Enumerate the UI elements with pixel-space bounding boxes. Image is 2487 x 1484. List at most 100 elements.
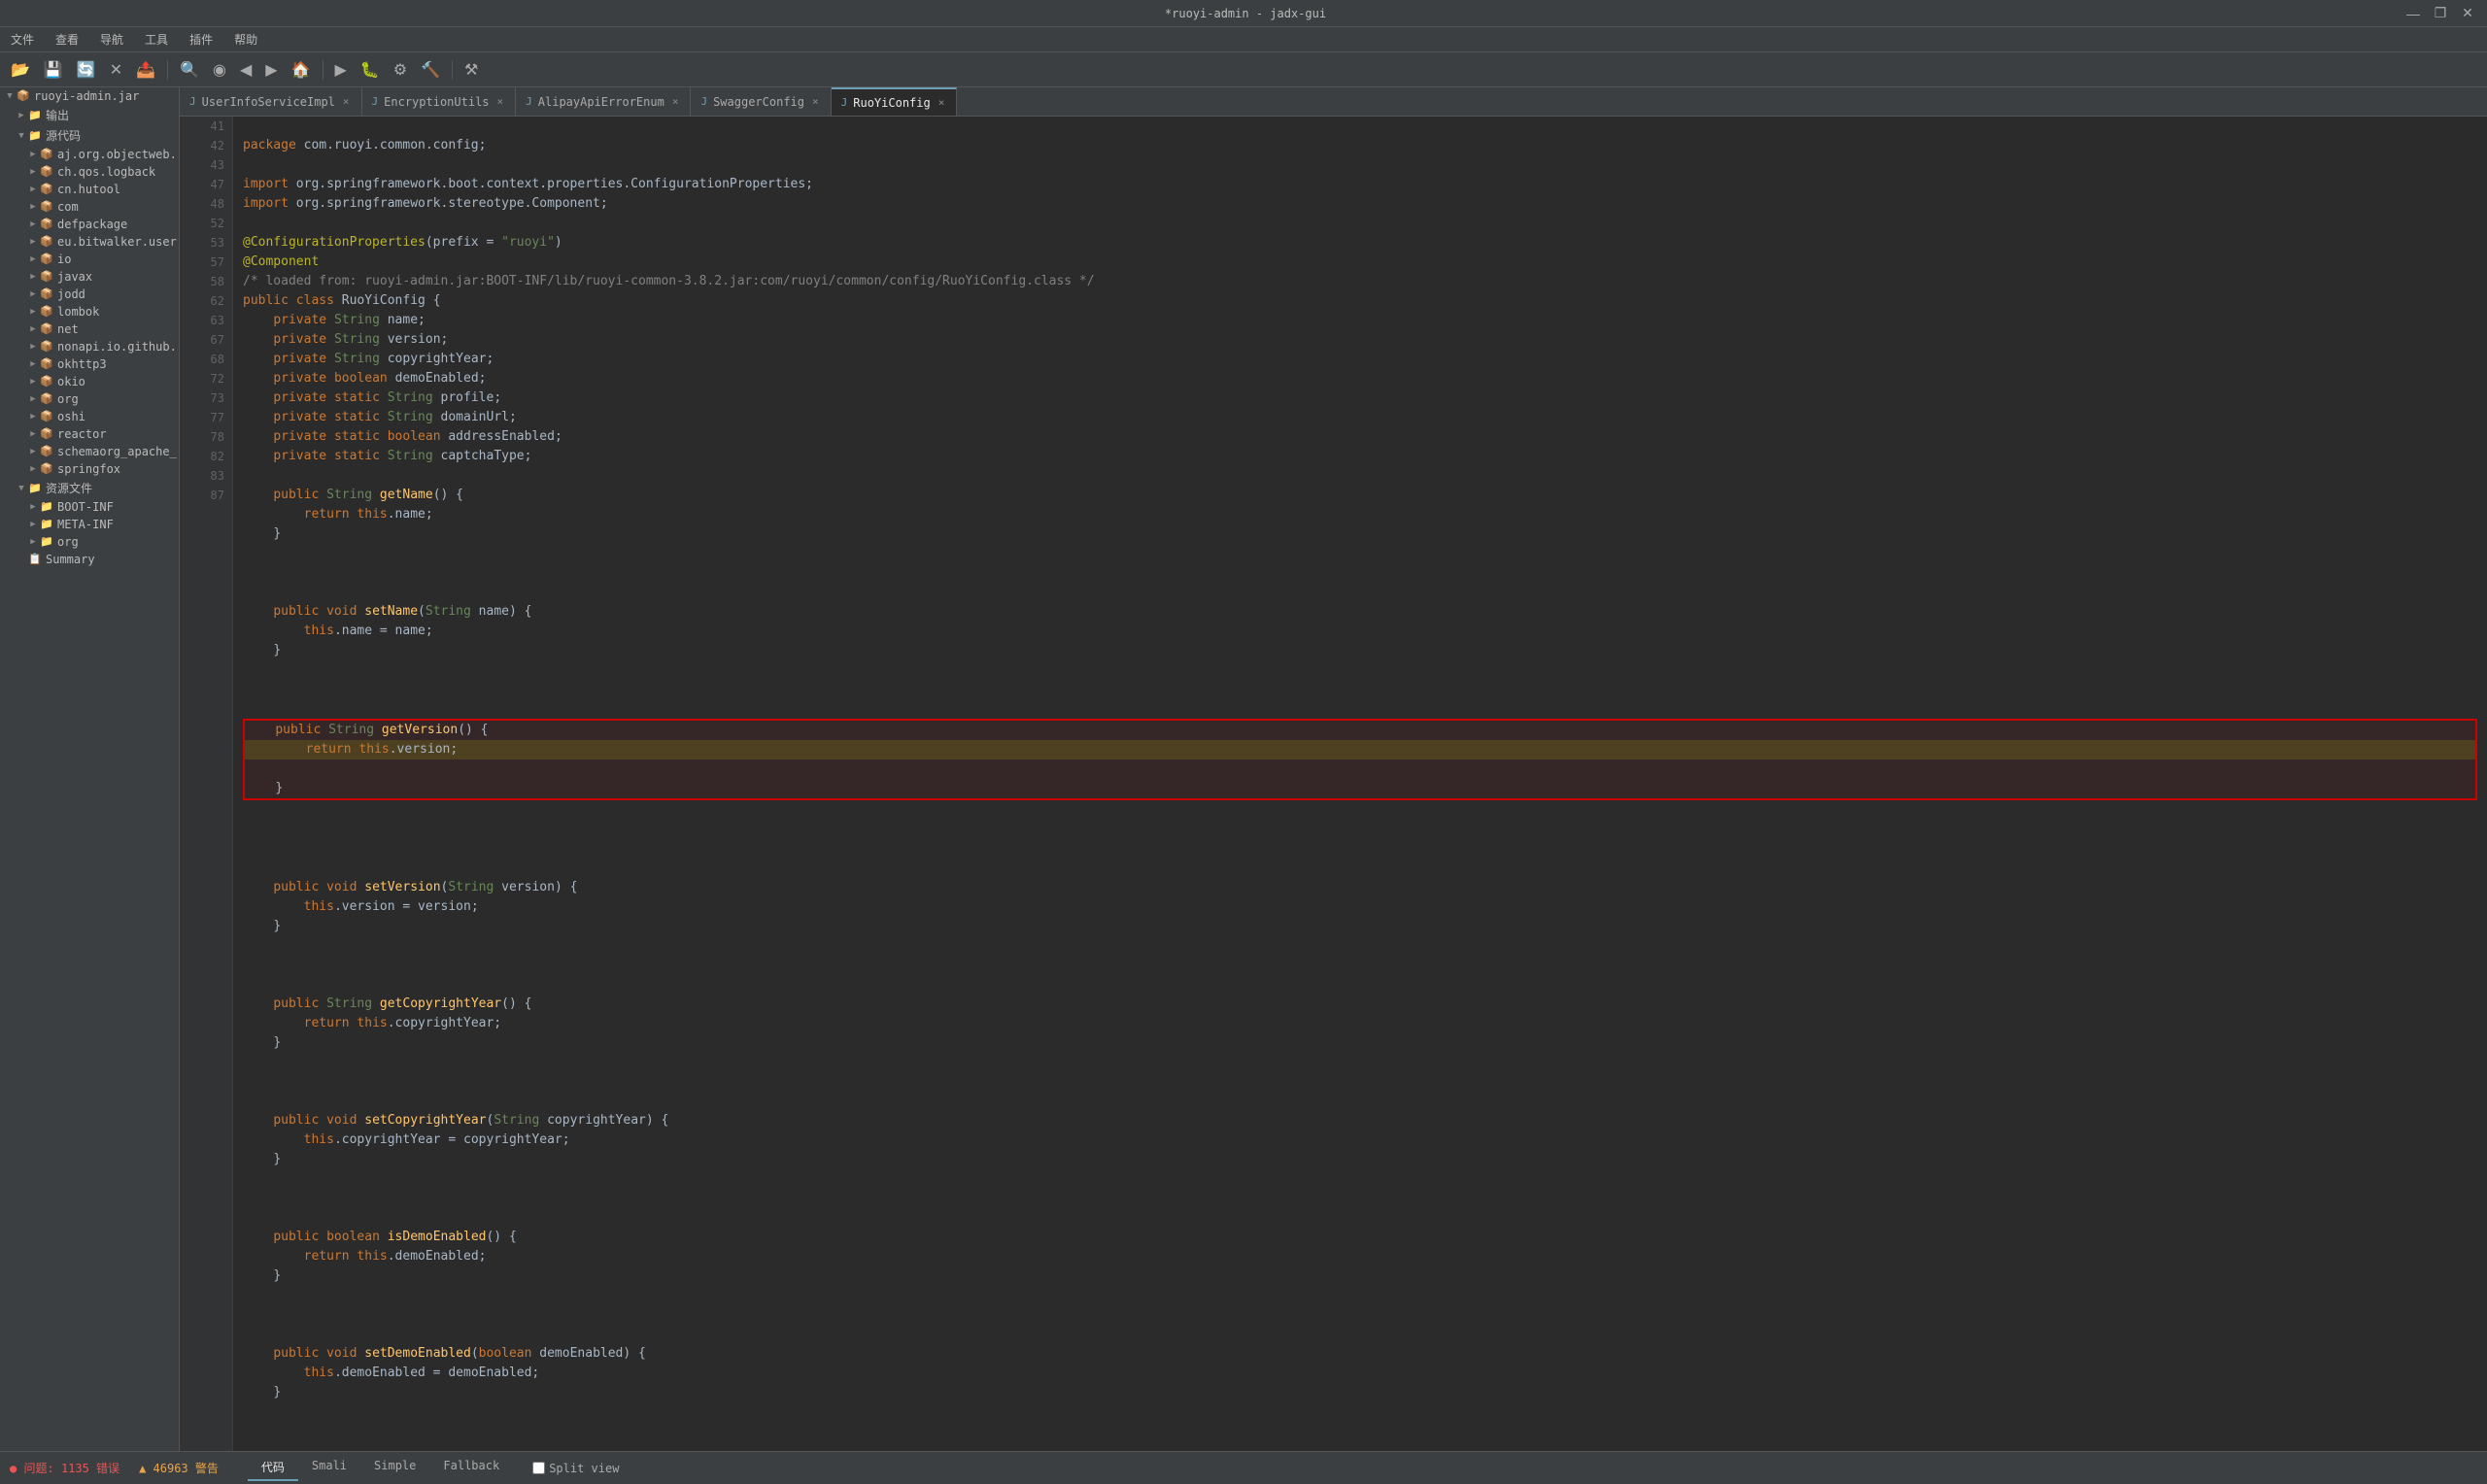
tab-alipayapierrorenum[interactable]: J AlipayApiErrorEnum × — [516, 87, 691, 116]
sidebar-pkg-org[interactable]: ▶ 📦 org — [0, 390, 179, 408]
status-tab-smali[interactable]: Smali — [298, 1455, 360, 1481]
split-view-checkbox-group[interactable]: Split view — [532, 1462, 619, 1475]
toolbar-home[interactable]: 🏠 — [287, 58, 316, 82]
sidebar-pkg-okhttp3[interactable]: ▶ 📦 okhttp3 — [0, 355, 179, 373]
code-editor[interactable]: 41 42 43 47 48 — [180, 117, 2487, 1451]
ln-58: 58 — [180, 272, 224, 291]
menu-plugins[interactable]: 插件 — [184, 29, 219, 50]
sidebar-pkg-eu[interactable]: ▶ 📦 eu.bitwalker.user — [0, 233, 179, 251]
code-line-m52: public String getVersion() { — [245, 723, 489, 737]
pkg-icon: 📦 — [39, 200, 54, 214]
status-tab-fallback[interactable]: Fallback — [429, 1455, 513, 1481]
sidebar-resources[interactable]: ▼ 📁 资源文件 — [0, 478, 179, 498]
pkg-icon: 📦 — [39, 218, 54, 231]
sidebar-pkg-reactor[interactable]: ▶ 📦 reactor — [0, 425, 179, 443]
sidebar-output[interactable]: ▶ 📁 输出 — [0, 105, 179, 125]
pkg-label: nonapi.io.github. — [57, 340, 177, 354]
menu-help[interactable]: 帮助 — [228, 29, 263, 50]
tab-close[interactable]: × — [495, 94, 506, 109]
toolbar-separator-2 — [323, 60, 324, 80]
sidebar-pkg-hutool[interactable]: ▶ 📦 cn.hutool — [0, 181, 179, 198]
pkg-icon: 📦 — [39, 410, 54, 423]
sidebar-org-folder[interactable]: ▶ 📁 org — [0, 533, 179, 551]
status-tab-simple[interactable]: Simple — [360, 1455, 429, 1481]
tab-ruoyiconfig[interactable]: J RuoYiConfig × — [832, 87, 958, 116]
pkg-icon: 📦 — [39, 375, 54, 388]
sidebar-pkg-okio[interactable]: ▶ 📦 okio — [0, 373, 179, 390]
menu-file[interactable]: 文件 — [5, 29, 40, 50]
summary-icon: 📋 — [27, 553, 43, 566]
sidebar-pkg-lombok[interactable]: ▶ 📦 lombok — [0, 303, 179, 320]
tab-close[interactable]: × — [937, 95, 947, 110]
sidebar-pkg-com[interactable]: ▶ 📦 com — [0, 198, 179, 216]
sidebar-pkg-aj[interactable]: ▶ 📦 aj.org.objectweb. — [0, 146, 179, 163]
sidebar-pkg-springfox[interactable]: ▶ 📦 springfox — [0, 460, 179, 478]
sidebar-pkg-io[interactable]: ▶ 📦 io — [0, 251, 179, 268]
code-line-blank16 — [243, 1055, 251, 1069]
code-line-m58b: } — [243, 919, 281, 933]
maximize-button[interactable]: ❐ — [2431, 5, 2450, 21]
ln-82: 82 — [180, 447, 224, 466]
tab-userinfoserviceimpl[interactable]: J UserInfoServiceImpl × — [180, 87, 362, 116]
sidebar-pkg-defpackage[interactable]: ▶ 📦 defpackage — [0, 216, 179, 233]
split-view-checkbox[interactable] — [532, 1462, 545, 1474]
sidebar-pkg-nonapi[interactable]: ▶ 📦 nonapi.io.github. — [0, 338, 179, 355]
sidebar-bootinf[interactable]: ▶ 📁 BOOT-INF — [0, 498, 179, 516]
status-tab-code[interactable]: 代码 — [248, 1455, 298, 1481]
menu-tools[interactable]: 工具 — [139, 29, 174, 50]
pkg-arrow: ▶ — [27, 324, 39, 334]
minimize-button[interactable]: — — [2403, 5, 2423, 21]
ln-68: 68 — [180, 350, 224, 369]
toolbar-prev[interactable]: ◀ — [235, 58, 256, 82]
toolbar-debug[interactable]: 🐛 — [356, 58, 385, 82]
toolbar-reload[interactable]: 🔄 — [72, 58, 101, 82]
error-label: 问题: — [23, 1462, 53, 1475]
sidebar-pkg-jodd[interactable]: ▶ 📦 jodd — [0, 286, 179, 303]
code-line-field1: private String name; — [243, 313, 426, 327]
menu-view[interactable]: 查看 — [50, 29, 85, 50]
pkg-label: io — [57, 253, 71, 266]
sidebar-summary[interactable]: 📋 Summary — [0, 551, 179, 568]
toolbar-run[interactable]: ▶ — [330, 58, 352, 82]
folder-icon: 📁 — [39, 535, 54, 549]
sidebar-pkg-schemaorg[interactable]: ▶ 📦 schemaorg_apache_ — [0, 443, 179, 460]
menu-nav[interactable]: 导航 — [94, 29, 129, 50]
tab-swaggerconfig[interactable]: J SwaggerConfig × — [691, 87, 831, 116]
toolbar-save[interactable]: 💾 — [39, 58, 68, 82]
sidebar-metainf[interactable]: ▶ 📁 META-INF — [0, 516, 179, 533]
toolbar-close[interactable]: ✕ — [105, 58, 127, 82]
tab-label: EncryptionUtils — [384, 95, 489, 109]
pkg-arrow: ▶ — [27, 412, 39, 422]
toolbar-settings[interactable]: ⚙ — [389, 58, 412, 82]
tab-label: UserInfoServiceImpl — [202, 95, 335, 109]
sidebar-pkg-net[interactable]: ▶ 📦 net — [0, 320, 179, 338]
code-line-ann2: @Component — [243, 254, 319, 269]
code-line-m47: public void setName(String name) { — [243, 604, 531, 619]
tab-label: SwaggerConfig — [713, 95, 804, 109]
sidebar-jar[interactable]: ▼ 📦 ruoyi-admin.jar — [0, 87, 179, 105]
toolbar-next[interactable]: ▶ — [260, 58, 282, 82]
toolbar-build[interactable]: 🔨 — [416, 58, 445, 82]
toolbar-export[interactable]: 📤 — [131, 58, 160, 82]
tab-close[interactable]: × — [341, 94, 352, 109]
toolbar-find-usage[interactable]: ◉ — [208, 58, 231, 82]
sidebar-pkg-logback[interactable]: ▶ 📦 ch.qos.logback — [0, 163, 179, 181]
code-line-blank17 — [243, 1074, 251, 1089]
pkg-arrow: ▶ — [27, 394, 39, 404]
pkg-label: META-INF — [57, 518, 114, 531]
code-line-field5: private static String profile; — [243, 390, 501, 405]
sidebar-pkg-javax[interactable]: ▶ 📦 javax — [0, 268, 179, 286]
toolbar-search[interactable]: 🔍 — [175, 58, 204, 82]
code-line-m68b: } — [243, 1152, 281, 1166]
tab-close[interactable]: × — [670, 94, 681, 109]
toolbar-decompile[interactable]: ⚒ — [460, 58, 483, 82]
close-button[interactable]: ✕ — [2458, 5, 2477, 21]
sidebar-source[interactable]: ▼ 📁 源代码 — [0, 125, 179, 146]
tab-encryptionutils[interactable]: J EncryptionUtils × — [362, 87, 517, 116]
summary-label: Summary — [46, 553, 95, 566]
sidebar-pkg-oshi[interactable]: ▶ 📦 oshi — [0, 408, 179, 425]
tab-close[interactable]: × — [810, 94, 821, 109]
tabs-bar: J UserInfoServiceImpl × J EncryptionUtil… — [180, 87, 2487, 117]
toolbar-open[interactable]: 📂 — [6, 58, 35, 82]
window-controls[interactable]: — ❐ ✕ — [2403, 5, 2477, 21]
